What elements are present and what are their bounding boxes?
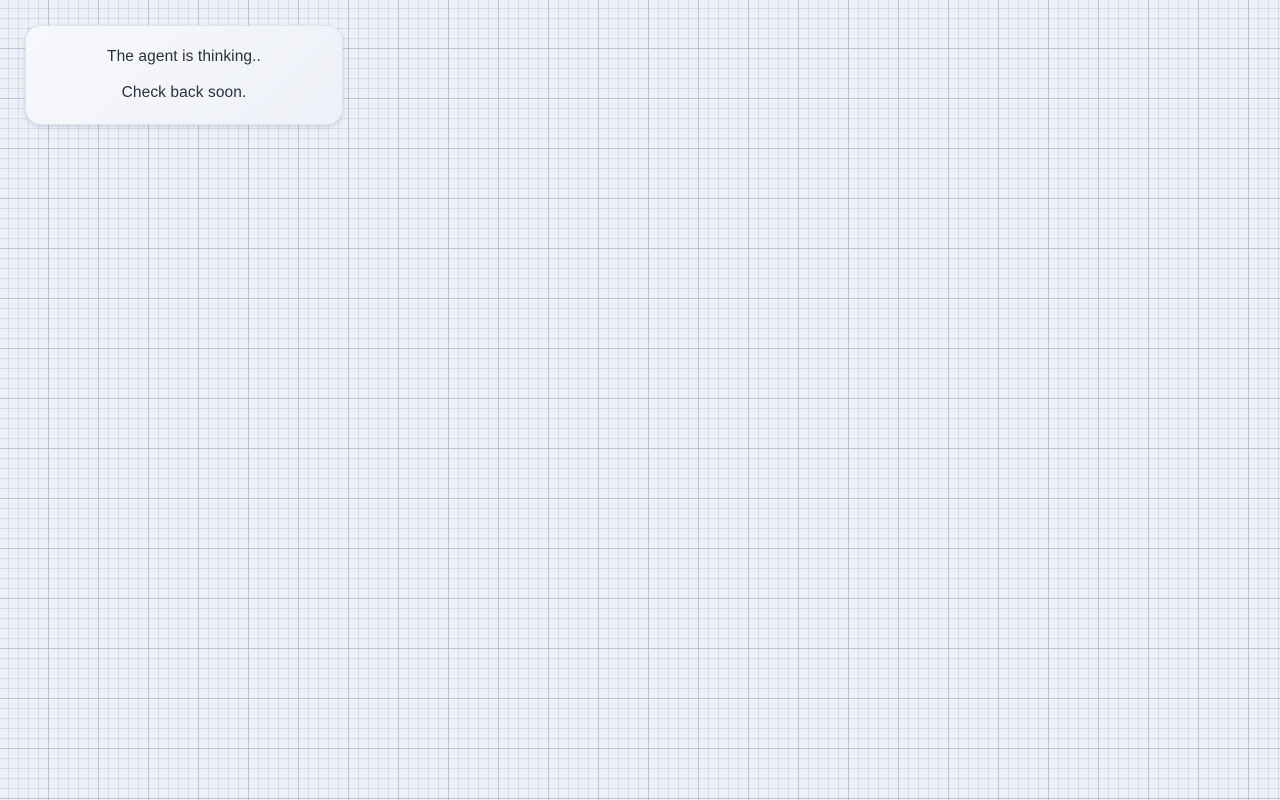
agent-status-card: The agent is thinking.. Check back soon.: [25, 25, 343, 125]
check-back-text: Check back soon.: [121, 84, 247, 101]
agent-thinking-text: The agent is thinking..: [107, 48, 261, 65]
grid-canvas: { "status_card": { "line1": "The agent i…: [0, 0, 1280, 800]
